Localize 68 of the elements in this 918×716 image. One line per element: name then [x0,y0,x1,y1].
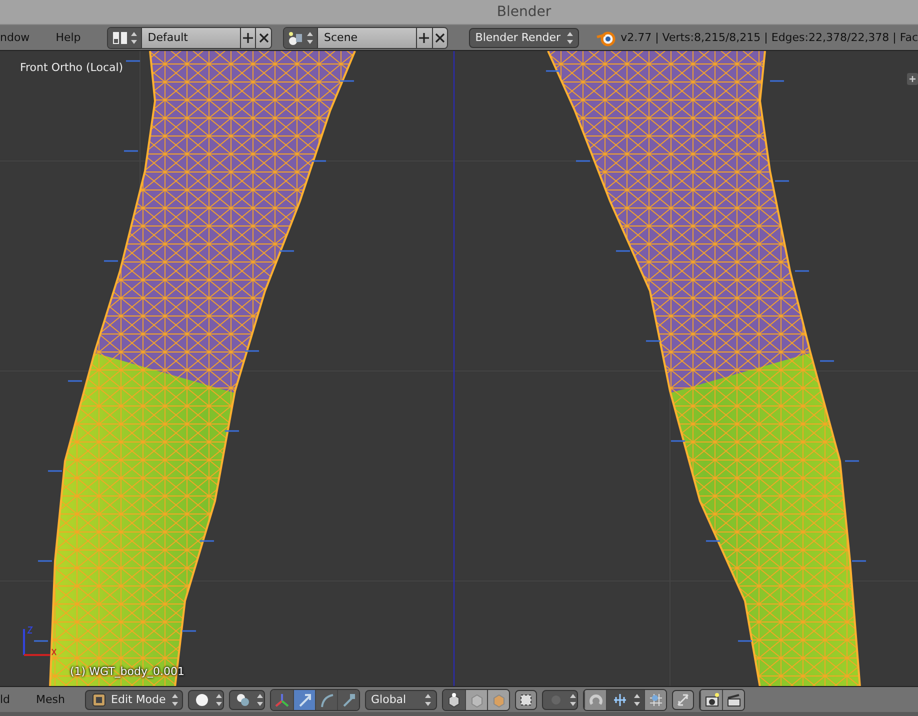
manipulator-button[interactable] [293,690,316,710]
add-button[interactable] [416,28,432,48]
proportional-dropdown[interactable] [542,690,578,710]
scene-field[interactable]: Scene [317,28,416,48]
screen-layout-field[interactable]: Default [140,28,240,48]
clapperboard-icon [726,692,742,708]
layout-button[interactable] [108,28,141,48]
manipulator-button[interactable] [337,690,360,710]
updown-arrows-icon [255,692,266,706]
snap-increment-icon [612,692,628,708]
updown-arrows-icon [128,30,139,44]
add-button[interactable] [240,28,256,48]
menu-item[interactable]: ld [0,693,20,706]
select-mode-button[interactable] [465,690,488,710]
edit-mode-icon [91,692,108,708]
rotate-icon [318,692,335,708]
auto-merge-button[interactable] [672,690,694,710]
snap-element-dropdown[interactable] [606,690,644,710]
close-button[interactable] [255,28,272,48]
menu-item[interactable]: ndow [0,31,39,44]
menu-item[interactable]: Help [56,31,90,44]
scene-icon [288,30,304,44]
scene-button[interactable] [284,28,318,48]
snap-target-button[interactable] [644,690,666,710]
axes-icon [274,692,290,708]
select-mode-button[interactable] [487,690,510,710]
render-animation-button[interactable] [722,690,744,710]
shading-dropdown[interactable] [188,690,224,710]
arrows-icon [675,692,692,708]
window-title: Blender [496,4,552,20]
manipulator-button[interactable] [315,690,338,710]
scene-statistics: v2.77 | Verts:8,215/8,215 | Edges:22,378/22,378 | Fac [620,31,918,44]
mode-dropdown[interactable]: Edit Mode [85,690,184,710]
pivot-icon [235,692,252,708]
menu-item[interactable]: Mesh [36,693,74,706]
select-mode-button[interactable] [443,690,466,710]
translate-icon [296,692,313,708]
updown-arrows-icon [214,692,224,706]
grid-target-icon [648,692,664,708]
scale-icon [340,692,357,708]
pivot-dropdown[interactable] [229,690,266,710]
camera-icon [704,692,720,708]
edge-icon [468,692,485,708]
close-icon [258,32,270,44]
sphere-icon [194,692,210,708]
updown-arrows-icon [423,692,434,706]
updown-arrows-icon [568,692,578,706]
add-region-icon[interactable] [907,73,918,85]
occlude-geometry-button[interactable] [515,690,538,710]
updown-arrows-icon [564,30,575,44]
magnet-icon [588,692,604,708]
close-button[interactable] [432,28,448,48]
manipulator-button[interactable] [271,690,294,710]
layout-icon [112,30,128,44]
dotted-square-icon [518,692,534,708]
updown-arrows-icon [170,692,180,706]
render-image-button[interactable] [700,690,722,710]
orientation-dropdown[interactable]: Global [365,690,438,710]
vertex-icon [446,692,462,708]
view-label: Front Ortho (Local) [20,61,124,74]
updown-arrows-icon [305,30,316,44]
render-engine-dropdown[interactable]: Blender Render [469,28,579,48]
snap-button[interactable] [584,690,606,710]
close-icon [434,32,446,44]
plus-icon [242,32,254,44]
face-icon [490,692,507,708]
plus-icon [418,32,430,44]
updown-arrows-icon [632,692,642,706]
